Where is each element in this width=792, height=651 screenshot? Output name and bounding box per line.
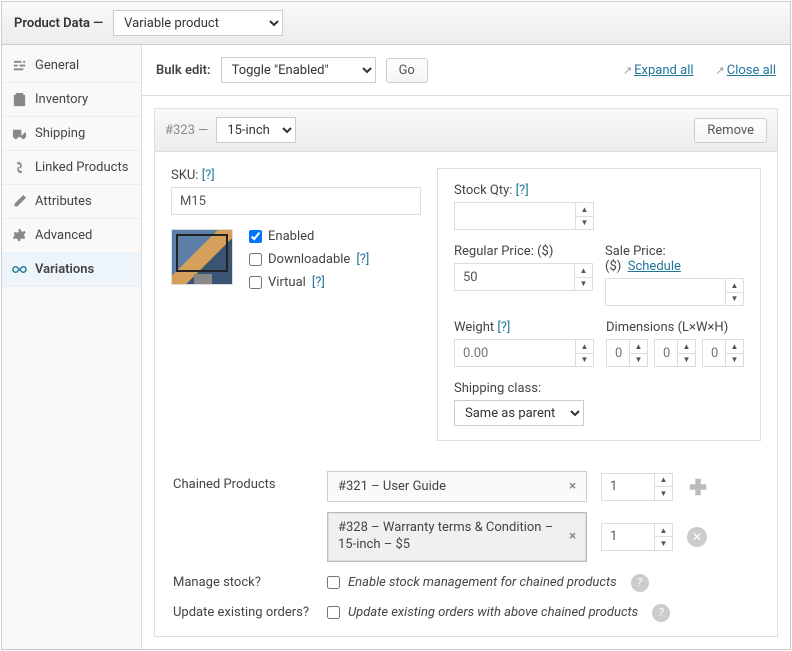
shipping-class-select[interactable]: Same as parent: [454, 400, 584, 426]
remove-button[interactable]: Remove: [694, 118, 767, 143]
add-icon[interactable]: [687, 476, 709, 498]
go-button[interactable]: Go: [386, 58, 428, 83]
remove-tag-icon[interactable]: ×: [569, 529, 576, 544]
stepper[interactable]: ▲▼: [575, 203, 593, 229]
chained-product-tag[interactable]: #321 – User Guide×: [327, 471, 587, 502]
sku-input[interactable]: [171, 187, 421, 215]
shipping-class-label: Shipping class:: [454, 381, 744, 396]
stepper[interactable]: ▲▼: [725, 279, 743, 305]
panel-header: Product Data — Variable product: [2, 2, 790, 45]
remove-tag-icon[interactable]: ×: [569, 479, 576, 494]
sidebar-item-variations[interactable]: Variations: [2, 253, 141, 287]
sku-label: SKU:: [171, 168, 198, 183]
dimensions-label: Dimensions (L×W×H): [606, 320, 744, 335]
variation-image[interactable]: [171, 229, 233, 285]
variation-header: #323 — 15-inch Remove: [155, 109, 777, 152]
weight-input[interactable]: [454, 339, 594, 367]
help-icon[interactable]: [?]: [202, 168, 215, 183]
truck-icon: [12, 126, 27, 141]
stepper[interactable]: ▲▼: [575, 340, 593, 366]
chained-product-tag[interactable]: #328 – Warranty terms & Condition – 15-i…: [327, 512, 587, 562]
sidebar-item-attributes[interactable]: Attributes: [2, 185, 141, 219]
sale-price-input[interactable]: [605, 278, 744, 306]
manage-stock-label: Manage stock?: [173, 575, 313, 590]
pencil-icon: [12, 194, 27, 209]
infinity-icon: [12, 262, 27, 277]
panel-title: Product Data —: [14, 16, 103, 31]
schedule-link[interactable]: Schedule: [628, 259, 681, 274]
regular-price-input[interactable]: [454, 263, 593, 291]
sliders-icon: [12, 58, 27, 73]
gear-icon: [12, 228, 27, 243]
clipboard-icon: [12, 92, 27, 107]
bulk-action-select[interactable]: Toggle "Enabled": [221, 57, 376, 83]
link-icon: [12, 160, 27, 175]
stepper[interactable]: ▲▼: [574, 264, 592, 290]
regular-price-label: Regular Price: ($): [454, 244, 593, 259]
sidebar-item-linked[interactable]: Linked Products: [2, 151, 141, 185]
weight-label: Weight: [454, 320, 494, 335]
manage-stock-checkbox[interactable]: Enable stock management for chained prod…: [327, 574, 649, 592]
enabled-checkbox[interactable]: Enabled: [249, 229, 369, 244]
help-icon[interactable]: [?]: [516, 183, 529, 198]
sidebar-item-general[interactable]: General: [2, 49, 141, 83]
expand-all-link[interactable]: ↗Expand all: [623, 63, 694, 78]
sidebar: General Inventory Shipping Linked Produc…: [2, 45, 142, 649]
variation-panel: #323 — 15-inch Remove SKU: [?] Enabled D…: [154, 108, 778, 637]
close-all-link[interactable]: ↗Close all: [716, 63, 776, 78]
bulk-edit-label: Bulk edit:: [156, 63, 211, 78]
help-icon[interactable]: [?]: [497, 320, 510, 335]
sidebar-item-shipping[interactable]: Shipping: [2, 117, 141, 151]
help-icon[interactable]: [?]: [312, 275, 325, 290]
remove-row-icon[interactable]: ✕: [687, 527, 707, 547]
chained-products-label: Chained Products: [173, 471, 313, 492]
stock-qty-input[interactable]: [454, 202, 594, 230]
variation-id: #323 —: [165, 123, 208, 138]
bulk-edit-bar: Bulk edit: Toggle "Enabled" Go ↗Expand a…: [142, 45, 790, 96]
sidebar-item-advanced[interactable]: Advanced: [2, 219, 141, 253]
help-icon[interactable]: [?]: [356, 252, 369, 267]
virtual-checkbox[interactable]: Virtual [?]: [249, 275, 369, 290]
help-icon[interactable]: ?: [631, 574, 649, 592]
product-type-select[interactable]: Variable product: [113, 10, 283, 36]
sidebar-item-inventory[interactable]: Inventory: [2, 83, 141, 117]
variation-attr-select[interactable]: 15-inch: [216, 117, 296, 143]
stock-qty-label: Stock Qty:: [454, 183, 512, 198]
downloadable-checkbox[interactable]: Downloadable [?]: [249, 252, 369, 267]
